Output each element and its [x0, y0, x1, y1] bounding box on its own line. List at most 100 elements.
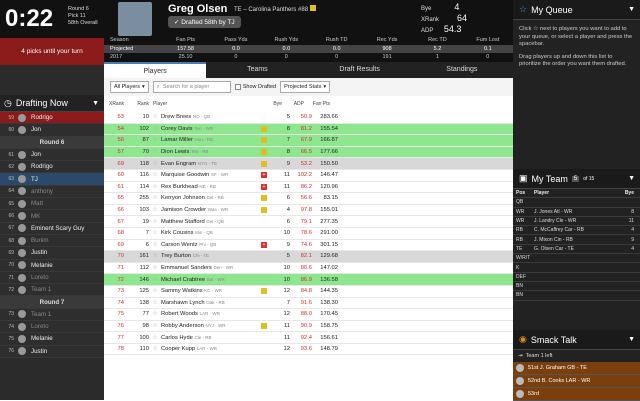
- my-team-header[interactable]: ▣ My Team 5 of 15 ▼: [513, 169, 640, 189]
- roster-row[interactable]: BN: [513, 282, 640, 292]
- player-cell[interactable]: Cooper Kupp LAR - WR: [161, 346, 261, 352]
- roster-row[interactable]: RB C. McCaffrey Car - RB 4: [513, 226, 640, 236]
- star-icon[interactable]: ☆: [149, 184, 161, 190]
- table-row[interactable]: 53 10 ☆ Drew Brees NO - QB 5 50.9 283.66: [104, 112, 513, 124]
- star-icon[interactable]: ☆: [149, 207, 161, 213]
- queue-header[interactable]: ☆ My Queue ▼: [513, 0, 640, 20]
- player-cell[interactable]: Kirk Cousins Min - QB: [161, 230, 261, 236]
- draft-slot[interactable]: 66 MK: [0, 210, 104, 223]
- roster-row[interactable]: K: [513, 263, 640, 273]
- smack-talk-header[interactable]: ◉ Smack Talk ▼: [513, 330, 640, 350]
- draft-slot[interactable]: 73 Team 1: [0, 308, 104, 322]
- player-cell[interactable]: Drew Brees NO - QB: [161, 114, 261, 120]
- star-icon[interactable]: ☆: [149, 277, 161, 283]
- star-icon[interactable]: ☆: [149, 346, 161, 352]
- note-flag-icon[interactable]: [309, 5, 316, 11]
- table-row[interactable]: 75 77 ☆ Robert Woods LAR - WR 12 88.0 170.45: [104, 309, 513, 321]
- show-drafted-checkbox[interactable]: [234, 84, 241, 90]
- player-cell[interactable]: Carlos Hyde Cle - RB: [161, 335, 261, 341]
- stats-select[interactable]: Projected Stats ▾: [280, 81, 331, 93]
- player-cell[interactable]: Emmanuel Sanders Den - WR: [161, 265, 261, 271]
- star-icon[interactable]: ☆: [149, 172, 161, 178]
- star-icon[interactable]: ☆: [149, 242, 161, 248]
- player-cell[interactable]: Lamar Miller Hou - RB: [161, 137, 261, 143]
- star-icon[interactable]: ☆: [149, 265, 161, 271]
- draft-slot[interactable]: 75 Melanie: [0, 333, 104, 346]
- star-icon[interactable]: ☆: [149, 219, 161, 225]
- player-cell[interactable]: Marquise Goodwin SF - WR: [161, 172, 261, 178]
- player-cell[interactable]: Sammy Watkins KC - WR: [161, 288, 261, 294]
- star-icon[interactable]: ☆: [149, 149, 161, 155]
- note-flag-icon[interactable]: [261, 149, 267, 156]
- roster-row[interactable]: TE G. Olsen Car - TE 4: [513, 245, 640, 255]
- draft-slot[interactable]: 61 Jon: [0, 148, 104, 162]
- table-row[interactable]: 54 102 ☆ Corey Davis Ten - WR 8 81.2 155.54: [104, 123, 513, 136]
- tab-players[interactable]: Players: [104, 62, 207, 78]
- table-row[interactable]: 61 114 ☆ Rex Burkhead NE - RB +11 86.2 120.96: [104, 182, 513, 194]
- tab-draft-results[interactable]: Draft Results: [309, 62, 411, 78]
- table-row[interactable]: 56 87 ☆ Lamar Miller Hou - RB 7 67.9 166.87: [104, 135, 513, 147]
- player-cell[interactable]: Corey Davis Ten - WR: [161, 126, 261, 132]
- table-row[interactable]: 70 161 ☆ Trey Burton Chi - TE 5 82.1 129.68: [104, 251, 513, 263]
- col-xrank[interactable]: XRank: [104, 101, 124, 107]
- draft-slot[interactable]: 67 Eminent Scary Guy: [0, 222, 104, 235]
- chevron-down-icon[interactable]: ▼: [92, 100, 99, 107]
- table-row[interactable]: 76 98 ☆ Robby Anderson NYJ - WR 11 90.9 158.75: [104, 321, 513, 333]
- draft-slot[interactable]: 76 Justin: [0, 345, 104, 358]
- chevron-down-icon[interactable]: ▼: [628, 6, 635, 13]
- draft-slot[interactable]: 68 Bunim: [0, 234, 104, 248]
- draft-slot[interactable]: 64 anthony: [0, 185, 104, 199]
- table-row[interactable]: 69 118 ☆ Evan Engram NYG - TE 9 53.2 150.50: [104, 158, 513, 170]
- note-flag-icon[interactable]: [261, 288, 267, 295]
- star-icon[interactable]: ☆: [149, 195, 161, 201]
- table-row[interactable]: 66 103 ☆ Jamison Crowder Was - WR 4 97.8 155.0…: [104, 205, 513, 217]
- table-row[interactable]: 74 138 ☆ Marshawn Lynch Oak - RB 7 91.6 138.30: [104, 298, 513, 310]
- star-icon[interactable]: ☆: [149, 114, 161, 120]
- draft-slot[interactable]: 63 TJ: [0, 173, 104, 186]
- table-row[interactable]: 60 116 ☆ Marquise Goodwin SF - WR +11 102.2 14…: [104, 170, 513, 182]
- draft-slot[interactable]: 71 Loreto: [0, 271, 104, 285]
- player-cell[interactable]: Michael Crabtree Bal - WR: [161, 277, 261, 283]
- player-cell[interactable]: Robert Woods LAR - WR: [161, 311, 261, 317]
- table-row[interactable]: 57 70 ☆ Dion Lewis Ten - RB 8 66.5 177.66: [104, 146, 513, 159]
- table-row[interactable]: 78 110 ☆ Cooper Kupp LAR - WR 12 93.6 148.79: [104, 344, 513, 356]
- draft-slot[interactable]: 74 Loreto: [0, 321, 104, 334]
- roster-row[interactable]: WR J. Landry Cle - WR 11: [513, 217, 640, 227]
- col-rank[interactable]: Rank: [124, 101, 149, 107]
- col-bye[interactable]: Bye: [267, 101, 282, 107]
- table-row[interactable]: 72 146 ☆ Michael Crabtree Bal - WR 10 86.9 136…: [104, 274, 513, 286]
- position-select[interactable]: All Players ▾: [110, 81, 149, 93]
- star-icon[interactable]: ☆: [149, 161, 161, 167]
- note-flag-icon[interactable]: [261, 125, 267, 132]
- search-input[interactable]: ⌕ Search for a player: [152, 81, 231, 93]
- roster-row[interactable]: W/R/T: [513, 254, 640, 264]
- star-icon[interactable]: ☆: [149, 137, 161, 143]
- player-cell[interactable]: Evan Engram NYG - TE: [161, 161, 261, 167]
- player-cell[interactable]: Trey Burton Chi - TE: [161, 253, 261, 259]
- note-flag-icon[interactable]: [261, 137, 267, 144]
- table-row[interactable]: 67 19 ☆ Matthew Stafford Det - QB 6 79.1 277.3…: [104, 216, 513, 228]
- roster-row[interactable]: BN: [513, 291, 640, 301]
- player-cell[interactable]: Rex Burkhead NE - RB: [161, 184, 261, 190]
- note-flag-icon[interactable]: [261, 195, 267, 202]
- col-adp[interactable]: ADP: [282, 101, 304, 107]
- table-row[interactable]: 69 6 ☆ Carson Wentz Phi - QB +9 74.6 301.15: [104, 240, 513, 252]
- note-flag-icon[interactable]: [261, 207, 267, 214]
- player-cell[interactable]: Kerryon Johnson Det - RB: [161, 195, 261, 201]
- draft-slot[interactable]: 65 Matt: [0, 198, 104, 211]
- chevron-down-icon[interactable]: ▼: [628, 175, 635, 182]
- roster-row[interactable]: QB: [513, 198, 640, 208]
- table-row[interactable]: 73 125 ☆ Sammy Watkins KC - WR 12 84.8 144.35: [104, 286, 513, 298]
- tab-standings[interactable]: Standings: [411, 62, 513, 78]
- draft-slot[interactable]: 69 Justin: [0, 247, 104, 260]
- col-player[interactable]: Player: [153, 101, 253, 107]
- note-flag-icon[interactable]: [261, 322, 267, 329]
- player-cell[interactable]: Dion Lewis Ten - RB: [161, 149, 261, 155]
- star-icon[interactable]: ☆: [149, 126, 161, 132]
- player-cell[interactable]: Robby Anderson NYJ - WR: [161, 323, 261, 329]
- star-icon[interactable]: ☆: [149, 323, 161, 329]
- table-row[interactable]: 68 7 ☆ Kirk Cousins Min - QB 10 78.6 291.00: [104, 228, 513, 240]
- tab-teams[interactable]: Teams: [206, 62, 308, 78]
- player-cell[interactable]: Carson Wentz Phi - QB: [161, 242, 261, 248]
- player-cell[interactable]: Jamison Crowder Was - WR: [161, 207, 261, 213]
